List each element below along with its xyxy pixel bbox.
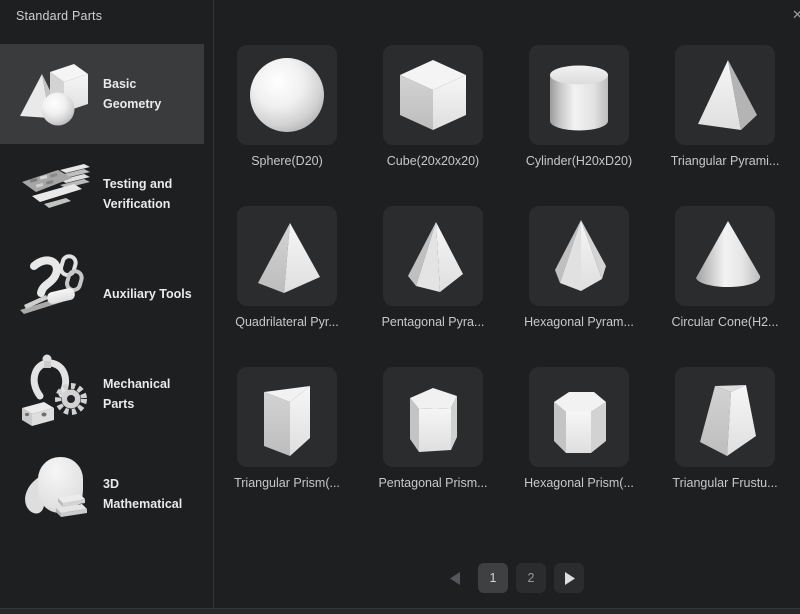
triangular-frustum-thumbnail: [675, 367, 775, 467]
pentagonal-prism-thumbnail: [383, 367, 483, 467]
standard-parts-dialog: Standard Parts ✕ Basic Geometry: [0, 0, 800, 614]
page-button-2[interactable]: 2: [516, 563, 546, 593]
part-cell: Pentagonal Pyra...: [383, 206, 483, 329]
part-cell: Circular Cone(H2...: [675, 206, 775, 329]
sidebar-item-basic-geometry[interactable]: Basic Geometry: [0, 44, 204, 144]
part-label: Hexagonal Prism(...: [509, 476, 649, 490]
basic-geometry-icon: [14, 52, 98, 136]
close-icon[interactable]: ✕: [792, 6, 800, 24]
hexagonal-pyramid-thumbnail: [529, 206, 629, 306]
triangular-pyramid-thumbnail: [675, 45, 775, 145]
part-label: Triangular Prism(...: [217, 476, 357, 490]
sidebar-item-testing-verification[interactable]: Testing and Verification: [0, 144, 204, 244]
sidebar-item-auxiliary-tools[interactable]: Auxiliary Tools: [0, 244, 204, 344]
circular-cone-thumbnail: [675, 206, 775, 306]
part-label: Hexagonal Pyram...: [509, 315, 649, 329]
part-cell: Triangular Pyrami...: [675, 45, 775, 168]
part-tile-circular-cone[interactable]: [675, 206, 775, 306]
part-tile-pentagonal-prism[interactable]: [383, 367, 483, 467]
part-cell: Quadrilateral Pyr...: [237, 206, 337, 329]
part-tile-cylinder[interactable]: [529, 45, 629, 145]
page-button-1[interactable]: 1: [478, 563, 508, 593]
part-tile-triangular-frustum[interactable]: [675, 367, 775, 467]
pagination: 1 2: [440, 563, 584, 593]
dialog-title: Standard Parts: [16, 9, 102, 23]
part-tile-sphere[interactable]: [237, 45, 337, 145]
parts-grid: Sphere(D20) Cube(20x20x20) Cylinder(H20x…: [237, 45, 775, 490]
sidebar-item-label: 3D Mathematical: [98, 474, 204, 514]
sidebar-item-label: Auxiliary Tools: [98, 284, 204, 304]
part-tile-triangular-prism[interactable]: [237, 367, 337, 467]
sphere-thumbnail: [237, 45, 337, 145]
part-cell: Triangular Frustu...: [675, 367, 775, 490]
part-tile-quadrilateral-pyramid[interactable]: [237, 206, 337, 306]
part-cell: Sphere(D20): [237, 45, 337, 168]
part-label: Triangular Frustu...: [655, 476, 795, 490]
quadrilateral-pyramid-thumbnail: [237, 206, 337, 306]
part-tile-hexagonal-prism[interactable]: [529, 367, 629, 467]
part-cell: Pentagonal Prism...: [383, 367, 483, 490]
cube-thumbnail: [383, 45, 483, 145]
3d-mathematical-icon: [14, 452, 98, 536]
part-cell: Hexagonal Prism(...: [529, 367, 629, 490]
sidebar-divider: [213, 0, 214, 614]
part-tile-cube[interactable]: [383, 45, 483, 145]
testing-verification-icon: [14, 152, 98, 236]
part-label: Pentagonal Prism...: [363, 476, 503, 490]
cylinder-thumbnail: [529, 45, 629, 145]
sidebar-item-mechanical-parts[interactable]: Mechanical Parts: [0, 344, 204, 444]
hexagonal-prism-thumbnail: [529, 367, 629, 467]
part-label: Quadrilateral Pyr...: [217, 315, 357, 329]
next-page-icon[interactable]: [554, 563, 584, 593]
sidebar-item-label: Mechanical Parts: [98, 374, 204, 414]
category-sidebar: Basic Geometry: [0, 44, 204, 544]
part-cell: Cylinder(H20xD20): [529, 45, 629, 168]
part-label: Cylinder(H20xD20): [509, 154, 649, 168]
part-label: Pentagonal Pyra...: [363, 315, 503, 329]
sidebar-item-3d-mathematical[interactable]: 3D Mathematical: [0, 444, 204, 544]
part-label: Triangular Pyrami...: [655, 154, 795, 168]
mechanical-parts-icon: [14, 352, 98, 436]
part-label: Cube(20x20x20): [363, 154, 503, 168]
part-tile-hexagonal-pyramid[interactable]: [529, 206, 629, 306]
part-label: Circular Cone(H2...: [655, 315, 795, 329]
triangular-prism-thumbnail: [237, 367, 337, 467]
part-cell: Triangular Prism(...: [237, 367, 337, 490]
sidebar-item-label: Testing and Verification: [98, 174, 204, 214]
prev-page-icon[interactable]: [440, 563, 470, 593]
part-tile-pentagonal-pyramid[interactable]: [383, 206, 483, 306]
part-label: Sphere(D20): [217, 154, 357, 168]
part-cell: Hexagonal Pyram...: [529, 206, 629, 329]
sidebar-item-label: Basic Geometry: [98, 74, 204, 114]
auxiliary-tools-icon: [14, 252, 98, 336]
part-cell: Cube(20x20x20): [383, 45, 483, 168]
part-tile-triangular-pyramid[interactable]: [675, 45, 775, 145]
bottom-edge: [0, 608, 800, 614]
pentagonal-pyramid-thumbnail: [383, 206, 483, 306]
